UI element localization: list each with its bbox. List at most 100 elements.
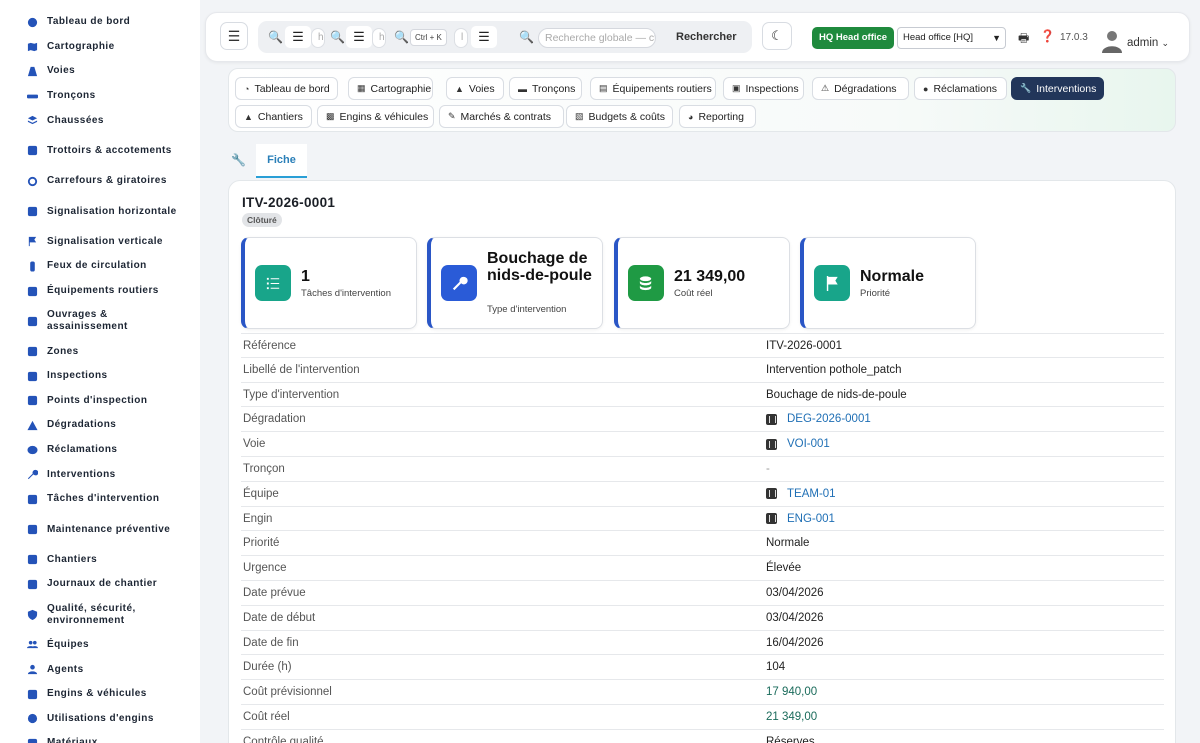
field-value: Normale bbox=[766, 537, 810, 550]
module-tab-label: Budgets & coûts bbox=[588, 110, 665, 123]
field-label: Date de début bbox=[243, 611, 316, 624]
search-input-2[interactable]: he bbox=[372, 28, 386, 48]
tab-fiche[interactable]: Fiche bbox=[256, 144, 307, 178]
sidebar-item-segment[interactable]: Tronçons bbox=[0, 84, 200, 109]
menu-button-2[interactable]: ☰ bbox=[346, 26, 372, 48]
menu-toggle-button[interactable]: ☰ bbox=[220, 22, 248, 50]
sidebar-item-clock[interactable]: Utilisations d'engins bbox=[0, 706, 200, 731]
sidebar-item-book[interactable]: Journaux de chantier bbox=[0, 572, 200, 597]
sidebar-item-comment[interactable]: Réclamations bbox=[0, 438, 200, 463]
module-tab-chart[interactable]: ◕ Reporting bbox=[679, 105, 756, 128]
sidebar-item-wrench[interactable]: Interventions bbox=[0, 462, 200, 487]
field-link[interactable]: VOI-001 bbox=[766, 438, 830, 450]
field-value[interactable]: ENG-001 bbox=[787, 513, 835, 525]
calendar-icon bbox=[26, 523, 39, 536]
comment-icon: ● bbox=[923, 83, 929, 94]
sidebar-item-label: Équipes bbox=[47, 638, 90, 650]
sidebar-item-label: Matériaux bbox=[47, 737, 98, 743]
field-label: Durée (h) bbox=[243, 661, 292, 674]
sidebar-item-roundabout[interactable]: Carrefours & giratoires bbox=[0, 169, 200, 194]
global-search-input[interactable]: Recherche globale — ctrl bbox=[538, 28, 656, 48]
sidebar-item-traffic-light[interactable]: Feux de circulation bbox=[0, 254, 200, 279]
sidebar-item-user[interactable]: Agents bbox=[0, 657, 200, 682]
sidebar-item-layers[interactable]: Chaussées bbox=[0, 108, 200, 133]
sidebar-item-sign[interactable]: Signalisation verticale bbox=[0, 230, 200, 255]
sidebar-item-equipment[interactable]: Équipements routiers bbox=[0, 279, 200, 304]
field-value[interactable]: VOI-001 bbox=[787, 438, 830, 450]
field-label: Contrôle qualité bbox=[243, 735, 324, 743]
field-label: Coût réel bbox=[243, 710, 290, 723]
segment-icon: ▬ bbox=[518, 83, 527, 94]
field-label: Référence bbox=[243, 340, 297, 352]
module-tab-dashboard[interactable]: ◔ Tableau de bord bbox=[235, 77, 338, 100]
sidebar-item-label: Inspections bbox=[47, 370, 108, 382]
sidebar-item-users[interactable]: Équipes bbox=[0, 633, 200, 658]
top-bar: ☰ 🔍 ☰ he 🔍 ☰ he 🔍 Ctrl + K l ☰ 🔍 Recherc… bbox=[205, 12, 1190, 62]
sidebar-item-marking[interactable]: Signalisation horizontale bbox=[0, 194, 200, 230]
search-icon: 🔍 bbox=[268, 30, 283, 44]
search-input-1[interactable]: he bbox=[311, 28, 325, 48]
avatar[interactable] bbox=[1102, 29, 1122, 53]
module-tabs: ◔ Tableau de bord ▦ Cartographie ▲ Voies ▬ Tron… bbox=[228, 68, 1176, 132]
module-tab-road[interactable]: ▲ Voies bbox=[446, 77, 504, 100]
module-tab-map[interactable]: ▦ Cartographie bbox=[348, 77, 433, 100]
wrench-icon[interactable]: 🔧 bbox=[231, 153, 246, 167]
search-button[interactable]: Rechercher bbox=[664, 23, 749, 51]
sidebar-item-label: Chaussées bbox=[47, 114, 104, 126]
module-tab-wrench[interactable]: 🔧 Interventions bbox=[1011, 77, 1104, 100]
module-tab-comment[interactable]: ● Réclamations bbox=[914, 77, 1007, 100]
field-value: 03/04/2026 bbox=[766, 611, 824, 624]
sidebar-item-label: Engins & véhicules bbox=[47, 688, 147, 700]
road-icon bbox=[766, 513, 777, 525]
module-tab-truck[interactable]: ▩ Engins & véhicules bbox=[317, 105, 434, 128]
module-tab-hardhat[interactable]: ▲ Chantiers bbox=[235, 105, 312, 128]
sidebar-item-label: Dégradations bbox=[47, 419, 117, 431]
field-value[interactable]: DEG-2026-0001 bbox=[787, 413, 871, 425]
sidebar-item-warning[interactable]: Dégradations bbox=[0, 413, 200, 438]
sidebar-item-sidewalk[interactable]: Trottoirs & accotements bbox=[0, 133, 200, 169]
field-row: Tronçon - bbox=[241, 457, 1164, 482]
sidebar-item-truck[interactable]: Engins & véhicules bbox=[0, 682, 200, 707]
sidebar-item-list[interactable]: Points d'inspection bbox=[0, 389, 200, 414]
sidebar-item-zones[interactable]: Zones bbox=[0, 339, 200, 364]
field-row: Priorité Normale bbox=[241, 531, 1164, 557]
theme-toggle-button[interactable]: ☾ bbox=[762, 22, 792, 50]
menu-button-1[interactable]: ☰ bbox=[285, 26, 311, 48]
module-tab-coins[interactable]: ▧ Budgets & coûts bbox=[566, 105, 673, 128]
field-value[interactable]: TEAM-01 bbox=[787, 488, 836, 500]
warning-icon bbox=[26, 419, 39, 432]
sidebar-item-label: Ouvrages & assainissement bbox=[47, 309, 128, 333]
module-tab-label: Reporting bbox=[698, 110, 744, 123]
sidebar-item-hardhat[interactable]: Chantiers bbox=[0, 548, 200, 573]
sidebar-item-box[interactable]: Matériaux bbox=[0, 731, 200, 743]
module-tab-contract[interactable]: ✎ Marchés & contrats bbox=[439, 105, 564, 128]
user-menu[interactable]: admin ⌄ bbox=[1127, 37, 1169, 49]
field-link[interactable]: ENG-001 bbox=[766, 513, 835, 525]
sidebar-item-clipboard[interactable]: Inspections bbox=[0, 364, 200, 389]
field-link[interactable]: DEG-2026-0001 bbox=[766, 413, 871, 425]
module-tab-label: Interventions bbox=[1036, 82, 1097, 95]
sidebar-item-label: Voies bbox=[47, 65, 76, 77]
field-row: Voie VOI-001 bbox=[241, 432, 1164, 457]
sidebar-item-shield[interactable]: Qualité, sécurité, environnement bbox=[0, 597, 200, 633]
module-tab-equipment[interactable]: ▤ Équipements routiers bbox=[590, 77, 716, 100]
wrench-icon bbox=[26, 468, 39, 481]
field-link[interactable]: TEAM-01 bbox=[766, 488, 836, 500]
stat-value: Bouchage de nids-de-poule bbox=[487, 250, 592, 284]
company-select[interactable]: Head office [HQ] ▼ bbox=[897, 27, 1006, 49]
sidebar-item-map[interactable]: Cartographie bbox=[0, 35, 200, 60]
search-input-3[interactable]: l bbox=[454, 28, 468, 48]
sidebar-item-calendar[interactable]: Maintenance préventive bbox=[0, 512, 200, 548]
sidebar-item-dashboard[interactable]: Tableau de bord bbox=[0, 10, 200, 35]
module-tab-clipboard[interactable]: ▣ Inspections bbox=[723, 77, 804, 100]
menu-button-3[interactable]: ☰ bbox=[471, 26, 497, 48]
sidebar-item-water[interactable]: Ouvrages & assainissement bbox=[0, 303, 200, 339]
sidebar-item-road[interactable]: Voies bbox=[0, 59, 200, 84]
print-icon[interactable]: 🖶 bbox=[1018, 29, 1029, 50]
module-tab-warning[interactable]: ⚠ Dégradations bbox=[812, 77, 909, 100]
module-tab-segment[interactable]: ▬ Tronçons bbox=[509, 77, 582, 100]
field-label: Type d'intervention bbox=[243, 388, 340, 401]
field-value: - bbox=[766, 462, 770, 475]
sidebar-item-tasks[interactable]: Tâches d'intervention bbox=[0, 487, 200, 512]
help-icon[interactable]: ❓ bbox=[1040, 29, 1055, 43]
